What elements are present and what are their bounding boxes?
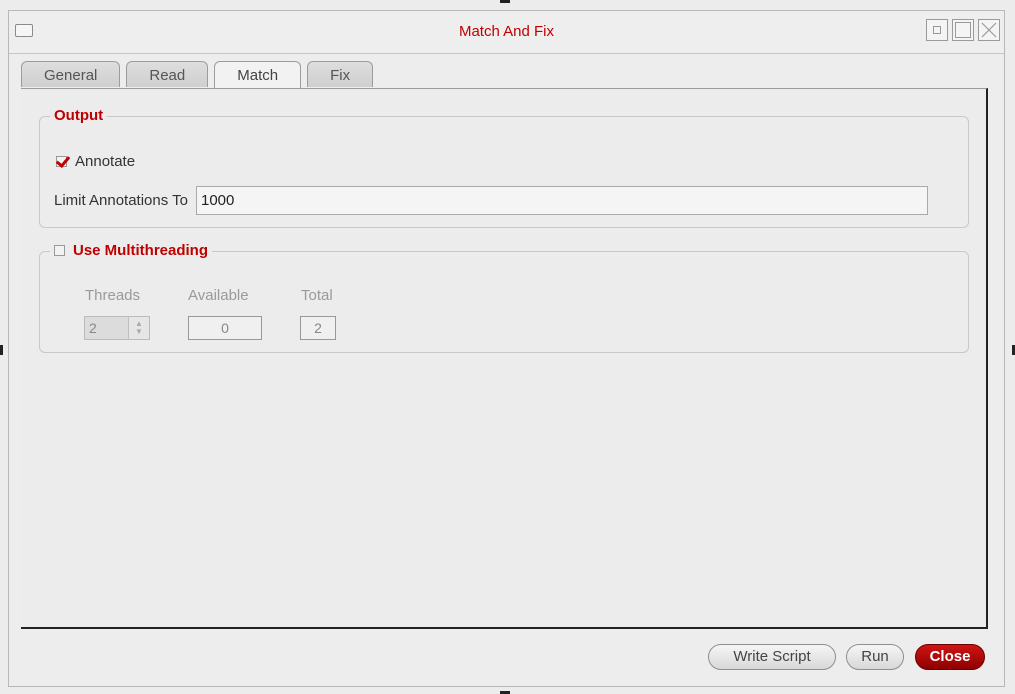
total-label: Total <box>301 287 333 304</box>
close-button[interactable]: Close <box>915 644 985 670</box>
tab-fix[interactable]: Fix <box>307 61 374 87</box>
spin-down-icon[interactable]: ▼ <box>135 328 143 336</box>
threads-label: Threads <box>85 287 141 304</box>
multithreading-group: Use Multithreading Threads Available Tot… <box>39 242 969 353</box>
annotate-row[interactable]: Annotate <box>56 153 135 170</box>
multithreading-title-text[interactable]: Use Multithreading <box>73 242 208 259</box>
available-label: Available <box>188 287 249 304</box>
annotate-label: Annotate <box>75 153 136 170</box>
close-window-icon[interactable] <box>978 19 1000 41</box>
limit-annotations-label: Limit Annotations To <box>54 192 188 209</box>
multithreading-group-title: Use Multithreading <box>50 242 213 259</box>
output-title-text: Output <box>54 107 104 124</box>
window-title: Match And Fix <box>458 23 555 40</box>
threads-value: 2 <box>89 320 97 336</box>
tab-bar: General Read Match Fix <box>21 61 374 89</box>
top-resize-handle[interactable] <box>500 0 510 3</box>
tab-match[interactable]: Match <box>214 61 302 89</box>
output-group-title: Output <box>50 107 108 124</box>
write-script-button[interactable]: Write Script <box>708 644 836 670</box>
available-readout: 0 <box>188 316 262 340</box>
total-readout: 2 <box>300 316 336 340</box>
run-button[interactable]: Run <box>846 644 904 670</box>
match-and-fix-window: Match And Fix General Read Match Fix Out… <box>8 10 1005 687</box>
annotate-checkbox[interactable] <box>56 156 67 167</box>
minimize-icon[interactable] <box>926 19 948 41</box>
maximize-icon[interactable] <box>952 19 974 41</box>
threads-spinbox[interactable]: 2 ▲ ▼ <box>84 316 150 340</box>
tab-read[interactable]: Read <box>126 61 209 87</box>
limit-annotations-input[interactable] <box>195 186 928 215</box>
tab-general[interactable]: General <box>21 61 121 87</box>
match-tab-panel: Output Annotate Limit Annotations To Use… <box>21 88 988 629</box>
title-bar[interactable]: Match And Fix <box>9 11 1004 54</box>
left-resize-handle[interactable] <box>0 345 3 355</box>
use-multithreading-checkbox[interactable] <box>54 245 65 256</box>
limit-annotations-row: Limit Annotations To <box>54 186 928 215</box>
output-group: Output Annotate Limit Annotations To <box>39 107 969 228</box>
threads-stepper-arrows[interactable]: ▲ ▼ <box>128 317 149 339</box>
window-controls <box>926 19 1000 41</box>
